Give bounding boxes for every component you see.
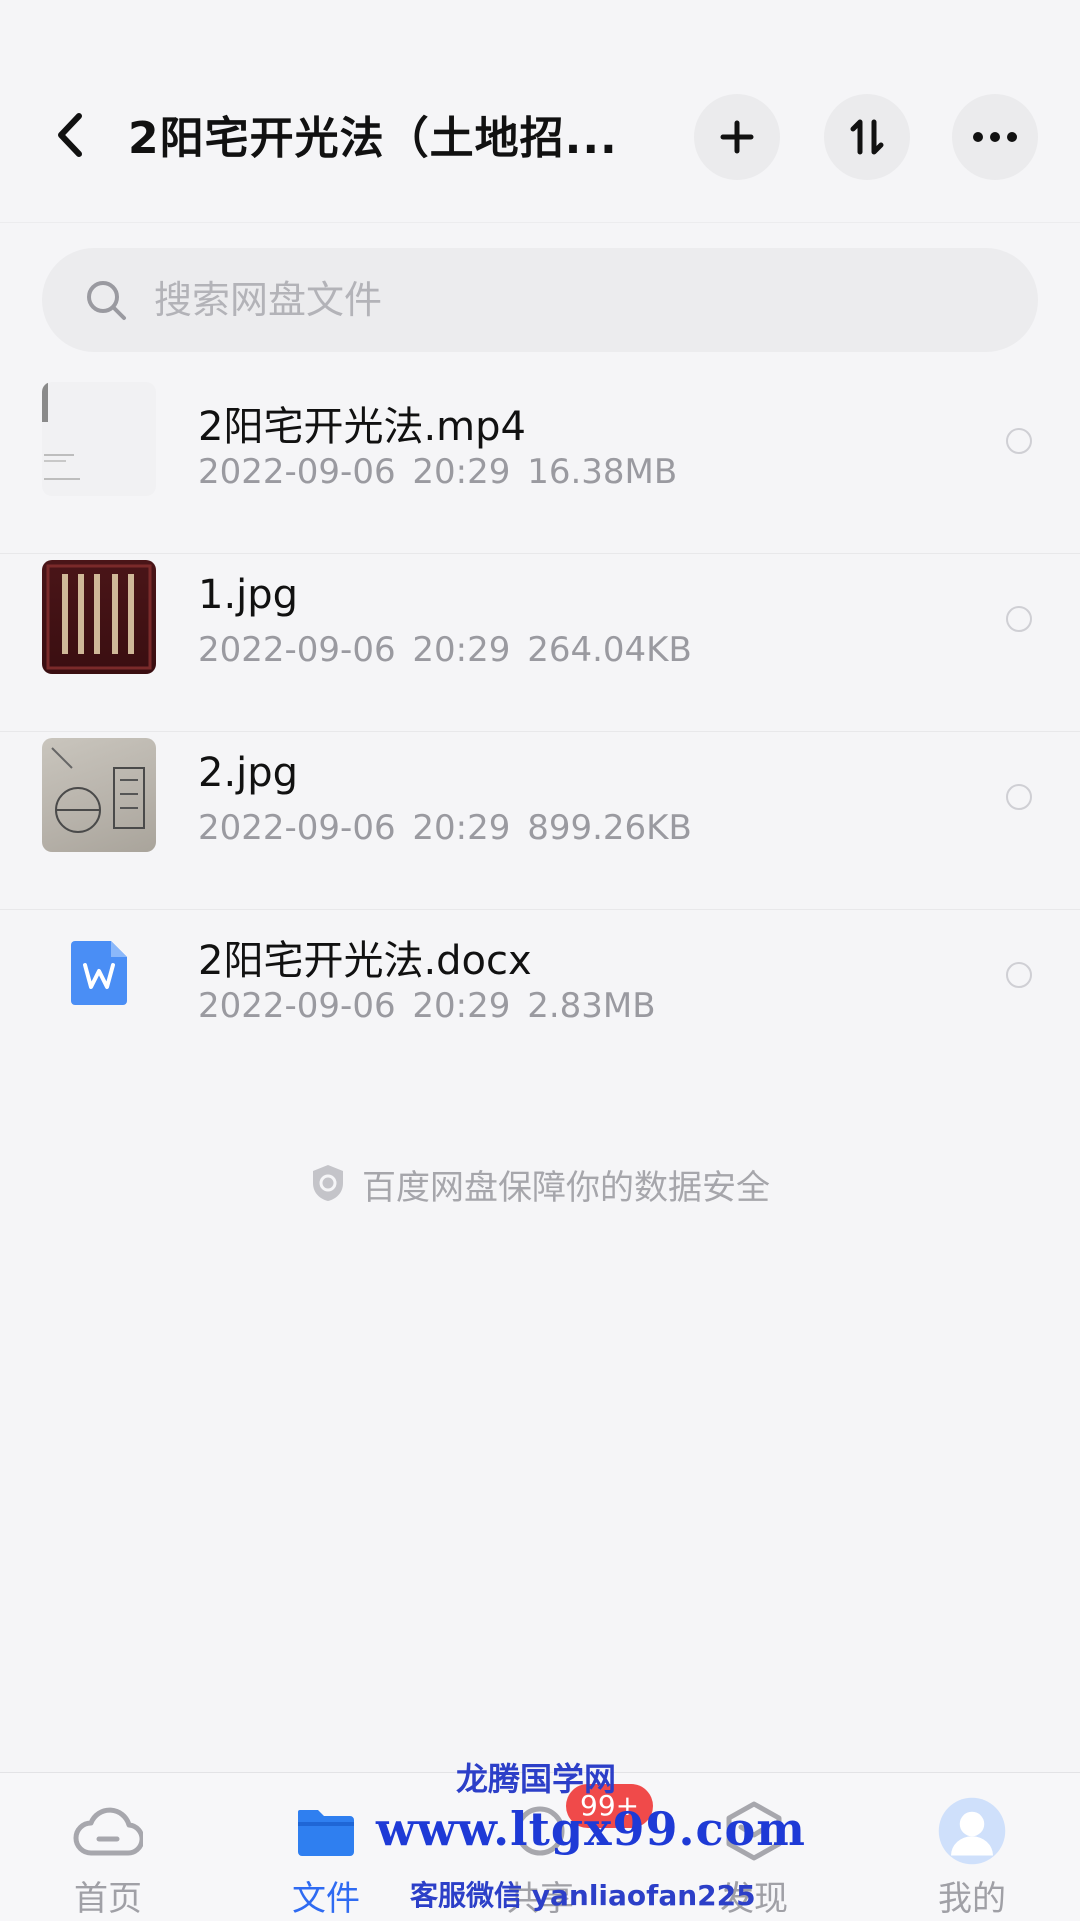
- file-size: 16.38MB: [527, 452, 678, 492]
- video-thumbnail: [42, 382, 156, 496]
- sort-button[interactable]: [824, 94, 910, 180]
- sort-icon: [850, 119, 884, 155]
- image-thumbnail: [42, 738, 156, 852]
- file-name: 2.jpg: [198, 750, 299, 796]
- file-row[interactable]: 2阳宅开光法.mp4 2022-09-06 20:29 16.38MB: [0, 376, 1080, 554]
- file-row[interactable]: 1.jpg 2022-09-06 20:29 264.04KB: [0, 554, 1080, 732]
- file-meta: 2022-09-06 20:29 264.04KB: [198, 630, 692, 670]
- word-doc-icon: [42, 916, 156, 1030]
- tab-files[interactable]: 文件: [256, 1773, 396, 1921]
- search-icon: [84, 278, 128, 322]
- file-date: 2022-09-06: [198, 630, 396, 670]
- tab-home[interactable]: 首页: [38, 1773, 178, 1921]
- add-button[interactable]: [694, 94, 780, 180]
- file-name: 2阳宅开光法.docx: [198, 938, 532, 984]
- tab-label: 首页: [74, 1879, 142, 1919]
- file-row[interactable]: 2阳宅开光法.docx 2022-09-06 20:29 2.83MB: [0, 910, 1080, 1088]
- file-date: 2022-09-06: [198, 808, 396, 848]
- plus-icon: [720, 120, 754, 154]
- file-size: 2.83MB: [527, 986, 656, 1026]
- file-row[interactable]: 2.jpg 2022-09-06 20:29 899.26KB: [0, 732, 1080, 910]
- file-list: 2阳宅开光法.mp4 2022-09-06 20:29 16.38MB 1.jp…: [0, 376, 1080, 1088]
- file-time: 20:29: [412, 630, 511, 670]
- file-meta: 2022-09-06 20:29 899.26KB: [198, 808, 692, 848]
- security-note: 百度网盘保障你的数据安全: [0, 1160, 1080, 1209]
- file-meta: 2022-09-06 20:29 2.83MB: [198, 986, 656, 1026]
- more-dots-icon: [973, 132, 1017, 142]
- tab-label: 文件: [292, 1879, 360, 1919]
- file-name: 1.jpg: [198, 572, 299, 618]
- file-date: 2022-09-06: [198, 452, 396, 492]
- select-checkbox[interactable]: [1006, 606, 1032, 632]
- image-thumbnail: [42, 560, 156, 674]
- file-time: 20:29: [412, 808, 511, 848]
- header-divider: [0, 222, 1080, 223]
- chevron-left-icon: [58, 113, 82, 157]
- avatar-icon: [937, 1797, 1007, 1865]
- cloud-home-icon: [73, 1799, 143, 1863]
- file-size: 899.26KB: [527, 808, 692, 848]
- file-size: 264.04KB: [527, 630, 692, 670]
- more-button[interactable]: [952, 94, 1038, 180]
- watermark-site-name: 龙腾国学网: [456, 1760, 617, 1798]
- file-time: 20:29: [412, 986, 511, 1026]
- folder-title: 2阳宅开光法（土地招...: [128, 113, 618, 164]
- folder-icon: [291, 1799, 361, 1863]
- select-checkbox[interactable]: [1006, 428, 1032, 454]
- tab-label: 我的: [938, 1879, 1006, 1919]
- tab-me[interactable]: 我的: [902, 1773, 1042, 1921]
- file-time: 20:29: [412, 452, 511, 492]
- file-meta: 2022-09-06 20:29 16.38MB: [198, 452, 677, 492]
- select-checkbox[interactable]: [1006, 784, 1032, 810]
- back-button[interactable]: [40, 100, 100, 170]
- watermark-contact: 客服微信 yanliaofan225: [410, 1879, 756, 1912]
- file-date: 2022-09-06: [198, 986, 396, 1026]
- shield-icon: [310, 1163, 346, 1207]
- select-checkbox[interactable]: [1006, 962, 1032, 988]
- watermark-url: www.ltgx99.com: [376, 1802, 806, 1856]
- search-bar[interactable]: [42, 248, 1038, 352]
- security-text: 百度网盘保障你的数据安全: [362, 1168, 770, 1208]
- search-input[interactable]: [152, 277, 956, 323]
- file-name: 2阳宅开光法.mp4: [198, 404, 526, 450]
- top-bar: 2阳宅开光法（土地招...: [0, 0, 1080, 230]
